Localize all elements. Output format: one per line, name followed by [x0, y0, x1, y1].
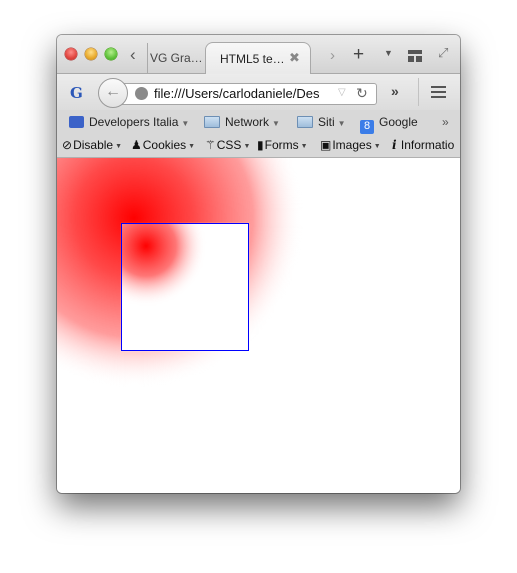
scroll-tabs-left-icon[interactable]: ‹	[130, 45, 136, 65]
devtool-images[interactable]: ▣Images ▼	[320, 138, 381, 152]
bookmark-label: Siti	[318, 115, 335, 129]
chevron-down-icon: ▼	[181, 119, 190, 128]
devtool-css[interactable]: ⚚CSS ▼	[205, 138, 250, 152]
devtool-label: Disable	[73, 138, 114, 152]
close-tab-icon[interactable]: ✖	[289, 50, 300, 66]
navigation-bar: G ← file:///Users/carlodaniele/Des ▽ ↻ »	[57, 74, 460, 110]
list-all-tabs-icon[interactable]: ▼	[384, 48, 393, 58]
new-tab-icon[interactable]: +	[353, 44, 364, 66]
bookmark-network[interactable]: Network ▼	[204, 115, 280, 129]
scroll-tabs-right-icon[interactable]: ›	[330, 47, 335, 64]
bookmarks-overflow-icon[interactable]: »	[442, 115, 449, 129]
bookmark-label: Google	[379, 115, 418, 129]
bookmark-label: Developers Italia	[89, 115, 179, 129]
chevron-down-icon: ▼	[188, 143, 196, 150]
folder-icon	[204, 116, 220, 128]
devtool-information[interactable]: i Informatio	[392, 138, 454, 152]
devtool-forms[interactable]: ▮Forms ▼	[257, 138, 308, 152]
url-history-dropdown-icon[interactable]: ▽	[338, 87, 346, 98]
globe-icon	[135, 87, 148, 100]
bookmark-developers-italia[interactable]: Developers Italia ▼	[69, 115, 189, 129]
page-content	[57, 158, 460, 493]
zoom-window-button[interactable]	[105, 48, 117, 60]
close-window-button[interactable]	[65, 48, 77, 60]
magic-wand-icon: ⚚	[205, 138, 216, 152]
fullscreen-icon[interactable]: ⤢	[438, 45, 448, 61]
chevron-down-icon: ▼	[337, 119, 346, 128]
web-developer-toolbar: ⊘Disable ▼ ♟Cookies ▼ ⚚CSS ▼ ▮Forms ▼ ▣Image…	[57, 134, 460, 158]
bookmark-label: Network	[225, 115, 270, 129]
bookmark-google[interactable]: 8 Google	[360, 115, 418, 134]
bookmarks-bar: Developers Italia ▼ Network ▼ Siti ▼ 8 Googl…	[57, 110, 460, 134]
minimize-window-button[interactable]	[85, 48, 97, 60]
image-icon: ▣	[320, 138, 332, 152]
stroked-rectangle	[121, 223, 249, 351]
chevron-down-icon: ▼	[115, 143, 123, 150]
tab-divider	[147, 43, 148, 73]
devtool-label: Informatio	[400, 138, 455, 152]
devtool-label: Images	[332, 138, 372, 152]
reload-icon[interactable]: ↻	[356, 85, 368, 102]
toolbar-overflow-icon[interactable]: »	[391, 83, 399, 99]
chevron-down-icon: ▼	[373, 143, 381, 150]
folder-icon	[297, 116, 313, 128]
url-bar[interactable]: file:///Users/carlodaniele/Des ▽ ↻	[115, 83, 377, 105]
devtool-disable[interactable]: ⊘Disable ▼	[62, 138, 122, 152]
chevron-down-icon: ▼	[272, 119, 280, 128]
chevron-down-icon: ▼	[300, 143, 308, 150]
info-icon: i	[392, 138, 397, 152]
tab-active-title: HTML5 te…	[220, 52, 285, 66]
tab-strip: ‹ VG Gra… HTML5 te… ✖ › + ▼ ⤢	[57, 35, 460, 75]
bookmark-siti[interactable]: Siti ▼	[297, 115, 346, 129]
chevron-down-icon: ▼	[243, 143, 251, 150]
devtool-cookies[interactable]: ♟Cookies ▼	[131, 138, 195, 152]
back-button[interactable]: ←	[98, 78, 128, 108]
rss-folder-icon	[69, 116, 84, 128]
back-arrow-icon: ←	[105, 83, 121, 100]
gradient-canvas	[57, 158, 460, 493]
tab-groups-icon[interactable]	[408, 50, 422, 62]
addon-logo-icon[interactable]: G	[70, 84, 83, 102]
browser-window: ‹ VG Gra… HTML5 te… ✖ › + ▼ ⤢ G ← file:/…	[57, 35, 460, 493]
toolbar-divider	[418, 78, 419, 106]
devtool-label: Forms	[264, 138, 299, 152]
devtool-label: CSS	[216, 138, 242, 152]
url-input[interactable]: file:///Users/carlodaniele/Des	[154, 86, 319, 101]
person-icon: ♟	[131, 138, 142, 152]
tab-inactive[interactable]: VG Gra…	[150, 51, 203, 65]
clipboard-icon: ▮	[257, 138, 264, 152]
devtool-label: Cookies	[142, 138, 187, 152]
google-icon: 8	[360, 120, 374, 134]
disable-icon: ⊘	[62, 138, 73, 152]
hamburger-menu-icon[interactable]	[431, 86, 446, 101]
tab-active[interactable]: HTML5 te… ✖	[205, 42, 311, 75]
